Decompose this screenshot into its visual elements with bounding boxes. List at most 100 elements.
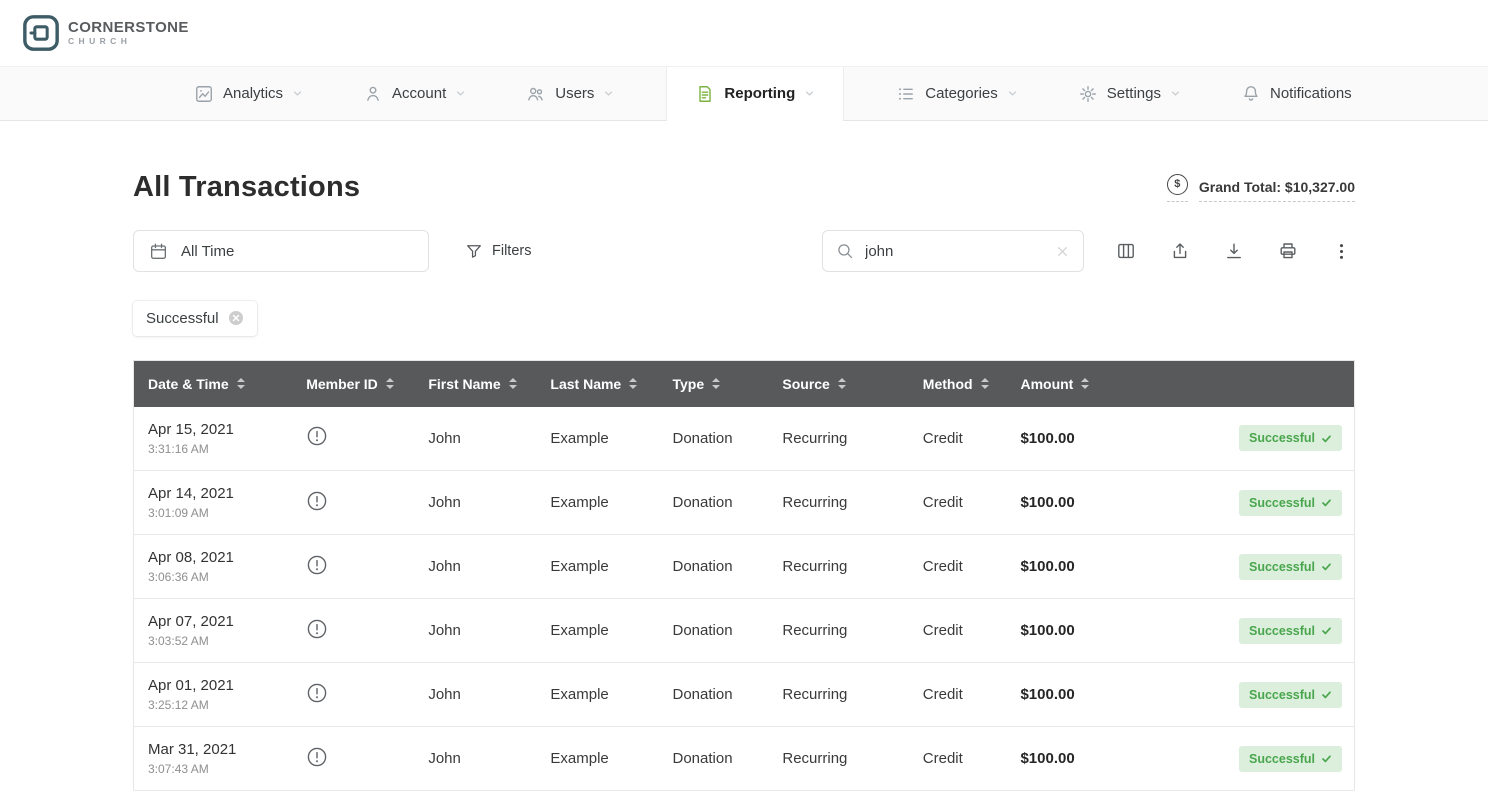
print-button[interactable] <box>1274 237 1302 265</box>
table-row[interactable]: Apr 08, 20213:06:36 AM John Example Dona… <box>134 535 1355 599</box>
method-cell: Credit <box>909 471 1007 535</box>
member-id-alert-button[interactable] <box>306 554 328 576</box>
member-id-alert-button[interactable] <box>306 490 328 512</box>
column-header-last-name[interactable]: Last Name <box>536 361 658 407</box>
filters-label: Filters <box>492 243 531 259</box>
search-icon <box>836 242 854 260</box>
column-header-date-time[interactable]: Date & Time <box>134 361 293 407</box>
nav-item-categories[interactable]: Categories <box>888 67 1026 120</box>
transaction-time: 3:06:36 AM <box>148 570 292 584</box>
main-nav: Analytics Account Users Reporting Catego… <box>0 66 1488 121</box>
first-name-cell: John <box>414 727 536 791</box>
toolbar: All Time Filters <box>133 230 1355 272</box>
member-id-alert-button[interactable] <box>306 618 328 640</box>
chevron-down-icon <box>804 88 815 99</box>
transaction-date: Apr 15, 2021 <box>148 421 292 438</box>
grand-total-text-wrap: Grand Total: $10,327.00 <box>1199 179 1355 202</box>
columns-icon <box>1116 241 1136 261</box>
column-header-member-id[interactable]: Member ID <box>292 361 414 407</box>
column-header-type[interactable]: Type <box>659 361 769 407</box>
sort-icon[interactable] <box>629 378 637 389</box>
funnel-icon <box>465 242 483 260</box>
download-button[interactable] <box>1220 237 1248 265</box>
search-box[interactable] <box>822 230 1084 272</box>
nav-item-label: Settings <box>1107 85 1161 102</box>
method-cell: Credit <box>909 663 1007 727</box>
column-header-method[interactable]: Method <box>909 361 1007 407</box>
table-row[interactable]: Apr 01, 20213:25:12 AM John Example Dona… <box>134 663 1355 727</box>
nav-item-account[interactable]: Account <box>355 67 474 120</box>
cornerstone-logo-icon <box>22 14 60 52</box>
brand-logo[interactable]: CORNERSTONE CHURCH <box>22 14 189 52</box>
remove-chip-icon[interactable] <box>228 310 244 326</box>
alert-circle-icon <box>306 490 328 512</box>
table-row[interactable]: Apr 14, 20213:01:09 AM John Example Dona… <box>134 471 1355 535</box>
type-cell: Donation <box>659 535 769 599</box>
transaction-date: Apr 08, 2021 <box>148 549 292 566</box>
nav-item-notifications[interactable]: Notifications <box>1233 67 1360 120</box>
nav-item-label: Reporting <box>724 85 795 102</box>
filter-chip-successful[interactable]: Successful <box>133 301 257 336</box>
check-icon <box>1321 689 1332 700</box>
transaction-time: 3:01:09 AM <box>148 506 292 520</box>
source-cell: Recurring <box>768 663 908 727</box>
search-input[interactable] <box>863 242 1046 261</box>
last-name-cell: Example <box>536 471 658 535</box>
download-icon <box>1224 241 1244 261</box>
print-icon <box>1278 241 1298 261</box>
last-name-cell: Example <box>536 407 658 471</box>
last-name-cell: Example <box>536 663 658 727</box>
sort-icon[interactable] <box>981 378 989 389</box>
chevron-down-icon <box>1007 88 1018 99</box>
filters-button[interactable]: Filters <box>459 241 537 261</box>
analytics-icon <box>194 84 214 104</box>
column-header-first-name[interactable]: First Name <box>414 361 536 407</box>
columns-button[interactable] <box>1112 237 1140 265</box>
table-row[interactable]: Mar 31, 20213:07:43 AM John Example Dona… <box>134 727 1355 791</box>
alert-circle-icon <box>306 425 328 447</box>
check-icon <box>1321 753 1332 764</box>
categories-icon <box>896 84 916 104</box>
amount-cell: $100.00 <box>1006 599 1146 663</box>
member-id-alert-button[interactable] <box>306 425 328 447</box>
nav-item-users[interactable]: Users <box>518 67 622 120</box>
sort-icon[interactable] <box>509 378 517 389</box>
first-name-cell: John <box>414 407 536 471</box>
grand-total: $ Grand Total: $10,327.00 <box>1167 174 1355 202</box>
transaction-time: 3:25:12 AM <box>148 698 292 712</box>
member-id-alert-button[interactable] <box>306 682 328 704</box>
settings-icon <box>1078 84 1098 104</box>
status-badge: Successful <box>1239 682 1342 708</box>
type-cell: Donation <box>659 599 769 663</box>
filter-chip-label: Successful <box>146 310 219 327</box>
column-header-amount[interactable]: Amount <box>1006 361 1146 407</box>
source-cell: Recurring <box>768 407 908 471</box>
more-options-button[interactable] <box>1328 238 1355 265</box>
nav-item-reporting[interactable]: Reporting <box>666 67 844 120</box>
nav-item-analytics[interactable]: Analytics <box>186 67 311 120</box>
amount-cell: $100.00 <box>1006 663 1146 727</box>
method-cell: Credit <box>909 727 1007 791</box>
date-range-select[interactable]: All Time <box>133 230 429 272</box>
table-row[interactable]: Apr 15, 20213:31:16 AM John Example Dona… <box>134 407 1355 471</box>
export-button[interactable] <box>1166 237 1194 265</box>
sort-icon[interactable] <box>1081 378 1089 389</box>
status-badge: Successful <box>1239 554 1342 580</box>
sort-icon[interactable] <box>712 378 720 389</box>
grand-total-text: Grand Total: $10,327.00 <box>1199 179 1355 195</box>
sort-icon[interactable] <box>237 378 245 389</box>
check-icon <box>1321 497 1332 508</box>
sort-icon[interactable] <box>386 378 394 389</box>
table-row[interactable]: Apr 07, 20213:03:52 AM John Example Dona… <box>134 599 1355 663</box>
table-header-row: Date & Time Member ID First Name Last Na… <box>134 361 1355 407</box>
notifications-icon <box>1241 84 1261 104</box>
member-id-alert-button[interactable] <box>306 746 328 768</box>
source-cell: Recurring <box>768 727 908 791</box>
method-cell: Credit <box>909 535 1007 599</box>
sort-icon[interactable] <box>838 378 846 389</box>
nav-item-settings[interactable]: Settings <box>1070 67 1189 120</box>
brand-name: CORNERSTONE <box>68 20 189 36</box>
calendar-icon <box>149 242 168 261</box>
column-header-source[interactable]: Source <box>768 361 908 407</box>
clear-search-button[interactable] <box>1055 244 1070 259</box>
